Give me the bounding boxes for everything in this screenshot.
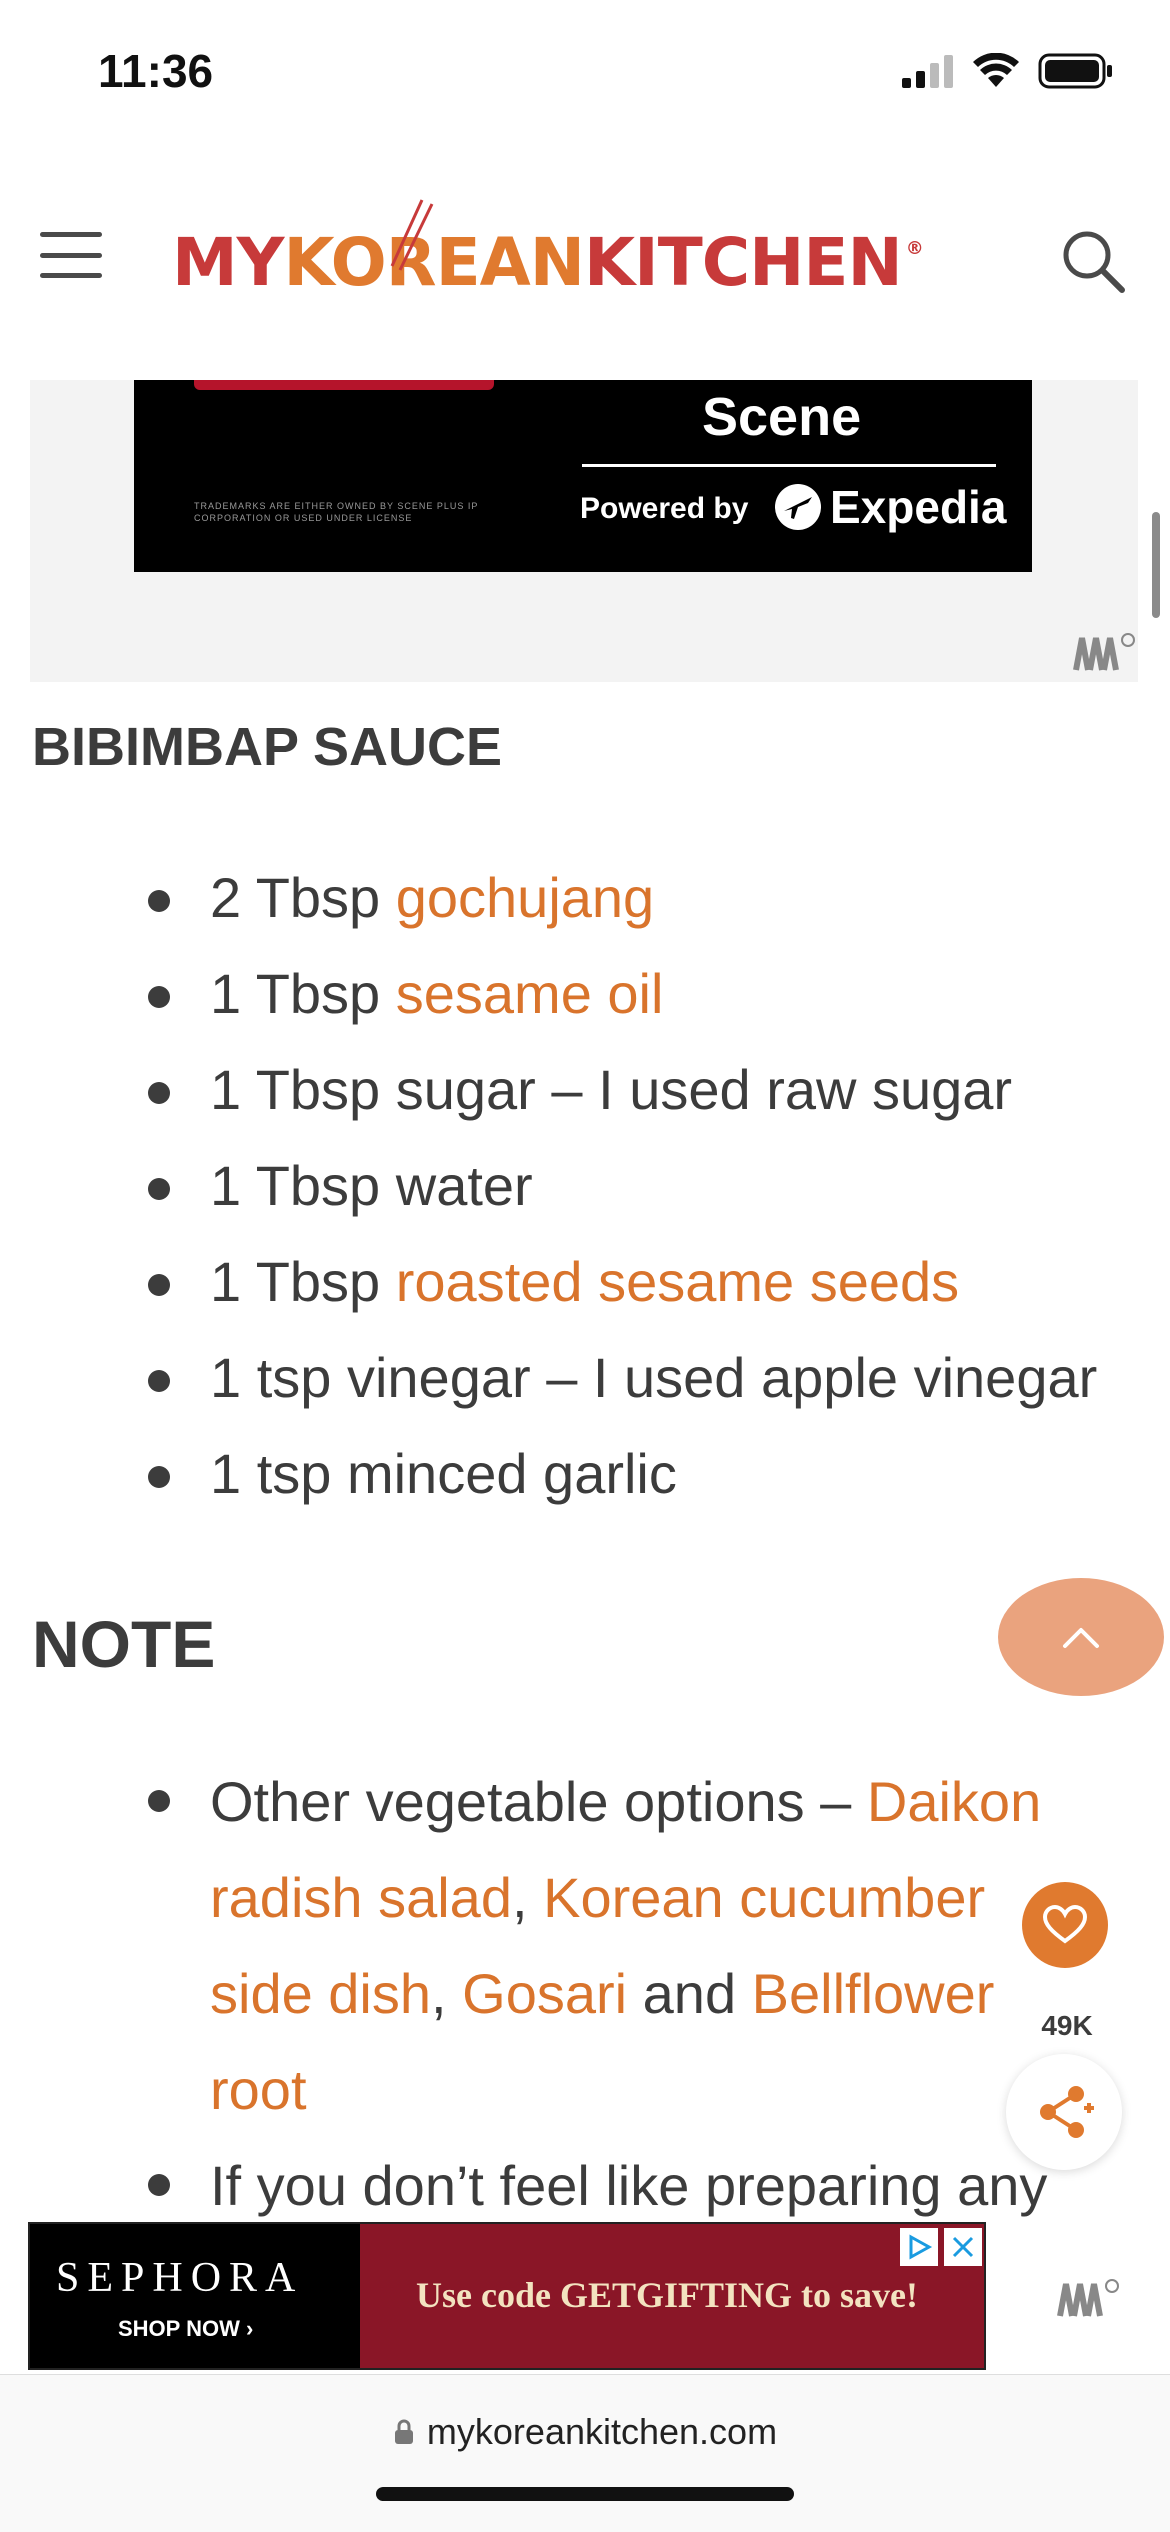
favorite-count: 49K	[1024, 1996, 1110, 2056]
url-text: mykoreankitchen.com	[426, 2411, 778, 2452]
chopsticks-icon	[390, 199, 434, 271]
registered-mark: ®	[905, 237, 924, 259]
battery-icon	[1038, 53, 1112, 89]
ad-banner-scene[interactable]: Scene TRADEMARKS ARE EITHER OWNED BY SCE…	[134, 380, 1032, 572]
ingredient-link[interactable]: roasted sesame seeds	[396, 1250, 959, 1313]
site-logo[interactable]: MY KOREAN KITCHEN ®	[172, 199, 924, 312]
scrollbar[interactable]	[1152, 512, 1160, 618]
logo-my: MY	[172, 223, 284, 301]
ad-top[interactable]: Scene TRADEMARKS ARE EITHER OWNED BY SCE…	[30, 380, 1138, 682]
ad-bottom-sephora[interactable]: SEPHORA SHOP NOW › Use code GETGIFTING t…	[28, 2222, 986, 2370]
ingredient-link[interactable]: gochujang	[396, 866, 654, 929]
list-item: 1 Tbsp water	[0, 1150, 1170, 1246]
hamburger-icon-bar	[40, 273, 102, 278]
list-item: 1 Tbsp sugar – I used raw sugar	[0, 1054, 1170, 1150]
ad-promo-panel[interactable]: Use code GETGIFTING to save!	[360, 2224, 984, 2368]
home-indicator[interactable]	[376, 2487, 794, 2501]
separator: ,	[431, 1962, 463, 2025]
share-icon	[1040, 2086, 1094, 2138]
ad-partner-name: Expedia	[830, 481, 1007, 533]
ad-bottom-container: SEPHORA SHOP NOW › Use code GETGIFTING t…	[0, 2222, 1170, 2374]
signal-icon	[902, 55, 953, 88]
hamburger-icon	[40, 232, 102, 237]
list-item: 1 Tbsp sesame oil	[0, 958, 1170, 1054]
item-text: Other vegetable options –	[210, 1770, 867, 1833]
status-bar: 11:36	[0, 0, 1170, 150]
list-item: Other vegetable options – Daikon radish …	[0, 1754, 1170, 2138]
ad-fine-print: TRADEMARKS ARE EITHER OWNED BY SCENE PLU…	[194, 501, 479, 523]
mediavine-icon	[1057, 2279, 1119, 2317]
logo-kitchen: KITCHEN	[584, 223, 903, 301]
item-text: 1 Tbsp	[210, 1250, 396, 1313]
search-icon	[1063, 231, 1125, 293]
list-item: If you don’t feel like preparing any	[0, 2138, 1170, 2234]
item-text: 2 Tbsp	[210, 866, 396, 929]
ad-close-button[interactable]	[944, 2228, 982, 2266]
list-item: 2 Tbsp gochujang	[0, 862, 1170, 958]
status-time: 11:36	[98, 45, 214, 97]
note-list: Other vegetable options – Daikon radish …	[0, 1754, 1170, 2234]
note-heading: NOTE	[32, 1607, 216, 1681]
ad-brand: Scene	[702, 387, 862, 447]
address-bar[interactable]: mykoreankitchen.com	[0, 2411, 1170, 2453]
sauce-ingredient-list: 2 Tbsp gochujang 1 Tbsp sesame oil 1 Tbs…	[0, 862, 1170, 1534]
list-item: 1 tsp vinegar – I used apple vinegar	[0, 1342, 1170, 1438]
item-text: 1 tsp minced garlic	[210, 1442, 677, 1505]
menu-button[interactable]	[40, 232, 102, 278]
scroll-to-top-button[interactable]	[998, 1578, 1164, 1696]
favorite-button[interactable]	[1022, 1882, 1108, 1968]
list-item: 1 Tbsp roasted sesame seeds	[0, 1246, 1170, 1342]
separator: ,	[511, 1866, 544, 1929]
plane-icon	[775, 484, 821, 530]
separator: and	[627, 1962, 752, 2025]
gosari-link[interactable]: Gosari	[462, 1962, 627, 2025]
heart-icon	[1043, 1905, 1087, 1944]
ad-promo-text: Use code GETGIFTING to save!	[416, 2275, 918, 2315]
ad-red-shape	[194, 380, 494, 390]
lock-icon	[394, 2419, 413, 2444]
adchoices-icon	[909, 2234, 933, 2260]
ad-controls	[900, 2228, 982, 2266]
list-item: 1 tsp minced garlic	[0, 1438, 1170, 1534]
mediavine-icon	[1073, 633, 1135, 671]
wifi-icon	[973, 53, 1019, 87]
item-text: 1 Tbsp water	[210, 1154, 533, 1217]
item-text: 1 tsp vinegar – I used apple vinegar	[210, 1346, 1098, 1409]
ad-partner: Expedia	[774, 480, 1006, 534]
status-icons	[902, 52, 1114, 90]
ingredient-link[interactable]: sesame oil	[396, 962, 664, 1025]
ad-cta[interactable]: SHOP NOW ›	[118, 2316, 253, 2342]
site-header: MY KOREAN KITCHEN ®	[0, 150, 1170, 380]
item-text: 1 Tbsp	[210, 962, 396, 1025]
browser-bottom-bar: mykoreankitchen.com	[0, 2374, 1170, 2532]
item-text: 1 Tbsp sugar – I used raw sugar	[210, 1058, 1013, 1121]
ad-brand: SEPHORA	[56, 2255, 304, 2301]
adchoices-button[interactable]	[900, 2228, 938, 2266]
item-text: If you don’t feel like preparing any	[210, 2154, 1048, 2217]
share-button[interactable]	[1006, 2054, 1122, 2170]
ad-powered-by: Powered by	[580, 492, 749, 525]
chevron-up-icon	[1063, 1628, 1099, 1648]
close-icon	[952, 2236, 974, 2258]
sauce-heading: BIBIMBAP SAUCE	[32, 717, 503, 777]
search-button[interactable]	[1058, 226, 1128, 296]
ad-divider	[582, 464, 996, 467]
hamburger-icon-bar	[40, 252, 102, 258]
